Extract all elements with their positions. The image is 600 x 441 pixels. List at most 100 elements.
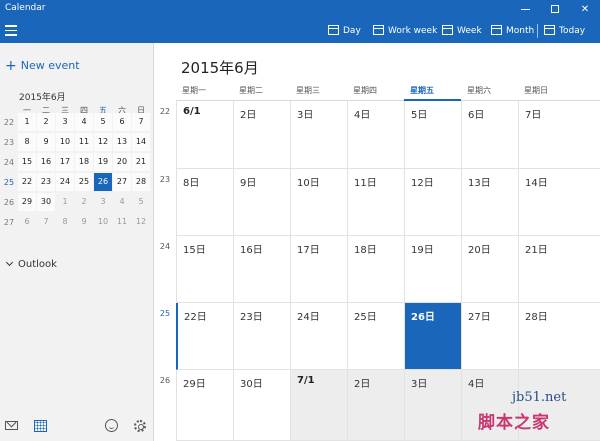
mini-calendar-day[interactable]: 4 [113, 193, 131, 211]
mini-calendar-day[interactable]: 11 [75, 133, 93, 151]
mini-calendar-day[interactable]: 25 [75, 173, 93, 191]
day-cell[interactable]: 5日 [404, 101, 461, 169]
today-label: Today [559, 26, 586, 36]
mini-calendar-day[interactable]: 5 [132, 193, 150, 211]
day-cell[interactable]: 18日 [347, 236, 404, 303]
mini-calendar-day[interactable]: 27 [113, 173, 131, 191]
work-week-view-icon [373, 25, 384, 35]
mini-calendar-day[interactable]: 2 [75, 193, 93, 211]
day-cell[interactable]: 19日 [404, 236, 461, 303]
today-button[interactable]: Today [544, 23, 585, 39]
maximize-icon [551, 5, 559, 13]
mini-calendar-day[interactable]: 8 [18, 133, 36, 151]
mini-calendar-day[interactable]: 6 [113, 113, 131, 131]
mini-calendar-day[interactable]: 5 [94, 113, 112, 131]
day-cell[interactable]: 9日 [233, 169, 290, 236]
mini-calendar-day[interactable]: 21 [132, 153, 150, 171]
weekday-header: 星期二 [239, 86, 263, 95]
day-cell[interactable]: 6日 [461, 101, 518, 169]
mini-calendar-day[interactable]: 11 [113, 213, 131, 231]
day-cell[interactable]: 4日 [347, 101, 404, 169]
maximize-button[interactable] [540, 0, 570, 19]
day-cell[interactable]: 7/1 [290, 370, 347, 441]
close-button[interactable]: ✕ [570, 0, 600, 19]
mini-calendar-day[interactable]: 12 [132, 213, 150, 231]
day-cell[interactable]: 22日 [176, 303, 233, 370]
mail-icon[interactable] [4, 418, 20, 434]
sidebar-footer [0, 413, 153, 441]
mini-calendar-day[interactable]: 9 [37, 133, 55, 151]
day-cell[interactable]: 30日 [233, 370, 290, 441]
day-cell[interactable]: 13日 [461, 169, 518, 236]
mini-calendar-day[interactable]: 6 [18, 213, 36, 231]
calendar-icon[interactable] [33, 418, 49, 434]
day-cell[interactable]: 8日 [176, 169, 233, 236]
mini-calendar-day[interactable]: 7 [132, 113, 150, 131]
day-cell[interactable]: 21日 [518, 236, 600, 303]
mini-calendar-day[interactable]: 1 [56, 193, 74, 211]
day-cell[interactable]: 6/1 [176, 101, 233, 169]
minimize-icon [520, 8, 530, 10]
day-cell[interactable]: 17日 [290, 236, 347, 303]
mini-calendar-day[interactable]: 2 [37, 113, 55, 131]
mini-calendar-day[interactable]: 19 [94, 153, 112, 171]
day-cell[interactable]: 29日 [176, 370, 233, 441]
day-cell[interactable]: 3日 [290, 101, 347, 169]
day-cell[interactable]: 26日 [404, 303, 461, 370]
day-cell[interactable]: 14日 [518, 169, 600, 236]
mini-calendar-day[interactable]: 13 [113, 133, 131, 151]
day-cell[interactable]: 28日 [518, 303, 600, 370]
mini-calendar-day[interactable]: 23 [37, 173, 55, 191]
day-view-button[interactable]: Day [328, 23, 361, 39]
day-cell[interactable]: 16日 [233, 236, 290, 303]
week-view-button[interactable]: Week [442, 23, 482, 39]
mini-calendar-day[interactable]: 29 [18, 193, 36, 211]
day-cell[interactable]: 7日 [518, 101, 600, 169]
mini-calendar-day[interactable]: 3 [56, 113, 74, 131]
mini-calendar-title[interactable]: 2015年6月 [19, 90, 66, 103]
mini-calendar-day[interactable]: 24 [56, 173, 74, 191]
day-cell[interactable]: 3日 [404, 370, 461, 441]
minimize-button[interactable] [510, 0, 540, 19]
mini-calendar-day[interactable]: 4 [75, 113, 93, 131]
day-cell[interactable]: 10日 [290, 169, 347, 236]
mini-calendar-day[interactable]: 20 [113, 153, 131, 171]
new-event-button[interactable]: + New event [5, 58, 80, 74]
work-week-view-button[interactable]: Work week [373, 23, 437, 39]
day-cell[interactable]: 24日 [290, 303, 347, 370]
day-cell[interactable]: 12日 [404, 169, 461, 236]
mini-calendar-day[interactable]: 17 [56, 153, 74, 171]
mini-calendar-day[interactable]: 14 [132, 133, 150, 151]
outlook-account-toggle[interactable]: Outlook [5, 258, 57, 270]
month-view-button[interactable]: Month [491, 23, 534, 39]
weekday-header: 星期三 [296, 86, 320, 95]
mini-calendar-day[interactable]: 1 [18, 113, 36, 131]
mini-calendar-day[interactable]: 3 [94, 193, 112, 211]
mini-calendar-day[interactable]: 8 [56, 213, 74, 231]
mini-calendar-day[interactable]: 28 [132, 173, 150, 191]
day-cell[interactable]: 2日 [233, 101, 290, 169]
day-cell[interactable]: 11日 [347, 169, 404, 236]
mini-calendar-day[interactable]: 15 [18, 153, 36, 171]
chevron-down-icon [5, 258, 14, 267]
settings-gear-icon[interactable] [132, 418, 148, 434]
mini-calendar-day[interactable]: 10 [94, 213, 112, 231]
mini-calendar-day[interactable]: 12 [94, 133, 112, 151]
mini-calendar-day[interactable]: 9 [75, 213, 93, 231]
feedback-smiley-icon[interactable] [104, 418, 120, 434]
day-cell[interactable]: 23日 [233, 303, 290, 370]
mini-calendar-day[interactable]: 22 [18, 173, 36, 191]
mini-calendar-day[interactable]: 16 [37, 153, 55, 171]
day-cell[interactable]: 27日 [461, 303, 518, 370]
mini-calendar-day[interactable]: 30 [37, 193, 55, 211]
day-cell[interactable]: 2日 [347, 370, 404, 441]
day-cell[interactable]: 25日 [347, 303, 404, 370]
mini-calendar-day[interactable]: 7 [37, 213, 55, 231]
mini-calendar-day[interactable]: 10 [56, 133, 74, 151]
mini-calendar-day[interactable]: 18 [75, 153, 93, 171]
mini-calendar-day[interactable]: 26 [94, 173, 112, 191]
day-cell[interactable]: 20日 [461, 236, 518, 303]
hamburger-menu-icon[interactable] [5, 25, 17, 37]
week-number: 25 [159, 309, 171, 318]
day-cell[interactable]: 15日 [176, 236, 233, 303]
